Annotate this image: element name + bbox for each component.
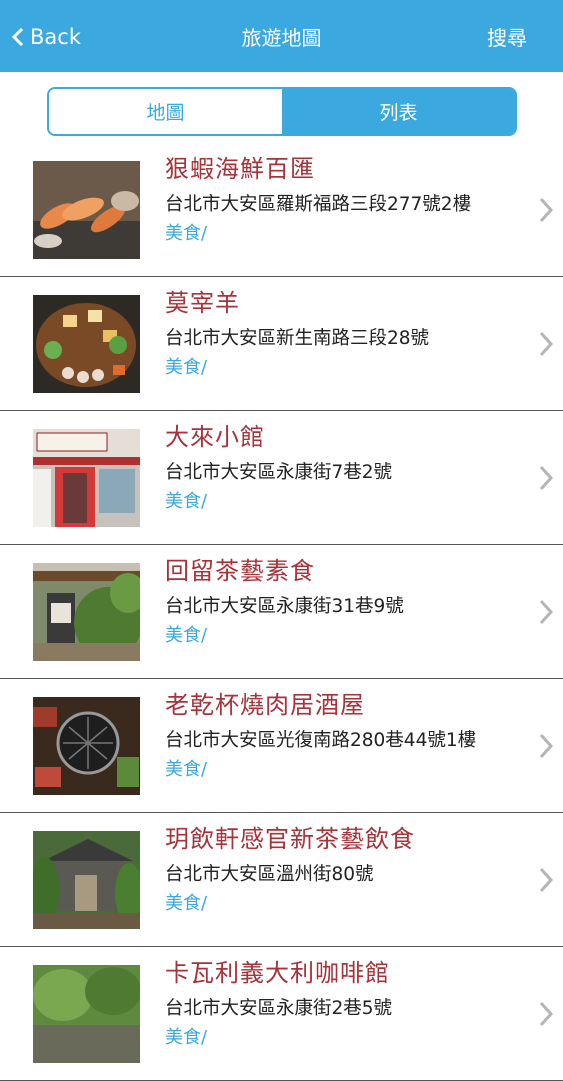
place-category: 美食/	[165, 357, 208, 378]
place-name: 老乾杯燒肉居酒屋	[165, 691, 365, 719]
place-name: 卡瓦利義大利咖啡館	[165, 959, 390, 987]
place-category: 美食/	[165, 759, 208, 780]
place-name: 莫宰羊	[165, 289, 240, 317]
list-item[interactable]: 玥飲軒感官新茶藝飲食 台北市大安區溫州街80號 美食/	[0, 813, 563, 947]
teahouse-photo	[33, 563, 140, 661]
place-name: 回留茶藝素食	[165, 557, 315, 585]
place-address: 台北市大安區溫州街80號	[165, 864, 374, 885]
grill-photo	[33, 697, 140, 795]
chevron-right-icon	[539, 331, 554, 357]
chevron-right-icon	[539, 197, 554, 223]
list-item[interactable]: 莫宰羊 台北市大安區新生南路三段28號 美食/	[0, 277, 563, 411]
chevron-right-icon	[539, 1001, 554, 1027]
list-item[interactable]: 大來小館 台北市大安區永康街7巷2號 美食/	[0, 411, 563, 545]
place-address: 台北市大安區永康街7巷2號	[165, 462, 393, 483]
place-list: 狠蝦海鮮百匯 台北市大安區羅斯福路三段277號2樓 美食/ 莫宰羊 台北市大安區…	[0, 143, 563, 1081]
storefront-photo	[33, 429, 140, 527]
chevron-right-icon	[539, 733, 554, 759]
tab-list[interactable]: 列表	[282, 89, 515, 134]
cafe-trees-photo	[33, 965, 140, 1063]
chevron-right-icon	[539, 465, 554, 491]
place-category: 美食/	[165, 893, 208, 914]
chevron-right-icon	[539, 867, 554, 893]
search-button[interactable]: 搜尋	[487, 22, 527, 51]
view-segmented-control: 地圖 列表	[47, 87, 517, 136]
place-category: 美食/	[165, 223, 208, 244]
place-name: 大來小館	[165, 423, 265, 451]
app-header: Back 旅遊地圖 搜尋	[0, 0, 563, 72]
list-item[interactable]: 回留茶藝素食 台北市大安區永康街31巷9號 美食/	[0, 545, 563, 679]
place-address: 台北市大安區永康街31巷9號	[165, 596, 404, 617]
place-address: 台北市大安區光復南路280巷44號1樓	[165, 730, 477, 751]
place-category: 美食/	[165, 625, 208, 646]
place-address: 台北市大安區羅斯福路三段277號2樓	[165, 194, 472, 215]
list-item[interactable]: 卡瓦利義大利咖啡館 台北市大安區永康街2巷5號 美食/	[0, 947, 563, 1081]
place-category: 美食/	[165, 491, 208, 512]
list-item[interactable]: 老乾杯燒肉居酒屋 台北市大安區光復南路280巷44號1樓 美食/	[0, 679, 563, 813]
page-title: 旅遊地圖	[241, 26, 322, 50]
list-item[interactable]: 狠蝦海鮮百匯 台北市大安區羅斯福路三段277號2樓 美食/	[0, 143, 563, 277]
chevron-right-icon	[539, 599, 554, 625]
place-address: 台北市大安區新生南路三段28號	[165, 328, 430, 349]
shrimp-photo	[33, 161, 140, 259]
place-address: 台北市大安區永康街2巷5號	[165, 998, 393, 1019]
tab-map[interactable]: 地圖	[49, 89, 282, 134]
place-category: 美食/	[165, 1027, 208, 1048]
garden-house-photo	[33, 831, 140, 929]
place-name: 玥飲軒感官新茶藝飲食	[165, 825, 415, 853]
place-name: 狠蝦海鮮百匯	[165, 155, 315, 183]
hotpot-photo	[33, 295, 140, 393]
